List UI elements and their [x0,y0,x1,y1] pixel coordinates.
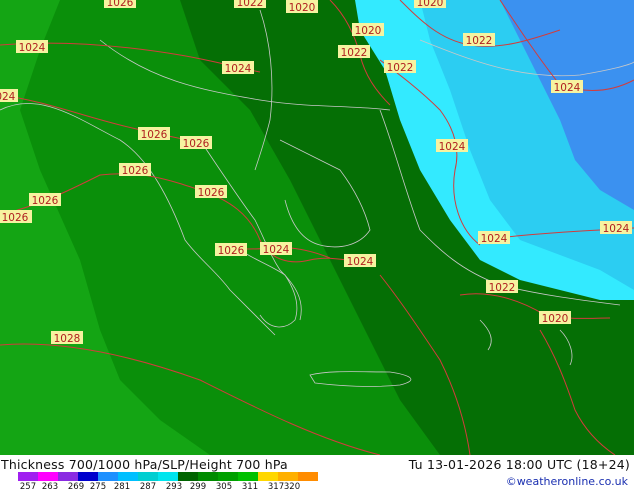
legend-swatch [118,472,139,481]
svg-text:1026: 1026 [183,138,210,150]
isobar-label: 1026 [29,193,61,207]
isobar-label: 1022 [463,33,495,47]
svg-text:1024: 1024 [554,82,581,94]
legend-tick-label: 299 [189,482,207,492]
svg-text:1022: 1022 [466,35,493,47]
legend-swatch [98,472,119,481]
isobar-label: 1022 [234,0,266,9]
isobar-label: 1020 [539,311,571,325]
valid-time: Tu 13-01-2026 18:00 UTC (18+24) [408,457,630,472]
svg-text:1024: 1024 [347,256,374,268]
legend-tick-label: 320 [283,482,301,492]
isobar-label: 1022 [384,60,416,74]
svg-text:1022: 1022 [387,62,414,74]
isobar-label: 1024 [600,221,632,235]
svg-text:1022: 1022 [237,0,264,9]
svg-text:1024: 1024 [0,91,16,103]
svg-text:1024: 1024 [19,42,46,54]
legend-swatch [138,472,159,481]
svg-text:1024: 1024 [225,63,252,75]
footer: Thickness 700/1000 hPa/SLP/Height 700 hP… [0,455,634,492]
legend-swatch [238,472,259,481]
legend-swatch [258,472,279,481]
isobar-label: 1024 [551,80,583,94]
isobar-label: 1024 [478,231,510,245]
isobar-label: 1020 [414,0,446,9]
legend-tick-label: 263 [41,482,59,492]
legend-tick-label: 287 [139,482,157,492]
svg-text:1026: 1026 [122,165,149,177]
isobar-label: 1028 [51,331,83,345]
legend-swatch [58,472,79,481]
isobar-label: 1022 [486,280,518,294]
svg-text:1024: 1024 [481,233,508,245]
legend-swatch [18,472,39,481]
legend-tick-label: 317 [267,482,285,492]
legend-tick-label: 275 [89,482,107,492]
svg-text:1020: 1020 [289,2,316,14]
legend-tick-label: 269 [67,482,85,492]
svg-text:1026: 1026 [218,245,245,257]
svg-text:1024: 1024 [603,223,630,235]
isobar-label: 1020 [286,0,318,14]
legend-tick-label: 281 [113,482,131,492]
svg-text:1022: 1022 [489,282,516,294]
isobar-label: 1024 [436,139,468,153]
isobar-label: 1026 [195,185,227,199]
svg-text:1028: 1028 [54,333,81,345]
legend-bar [18,472,318,481]
isobar-label: 1026 [180,136,212,150]
legend-swatch [158,472,179,481]
svg-text:1026: 1026 [107,0,134,9]
legend-tick-label: 305 [215,482,233,492]
isobar-label: 1024 [0,89,18,103]
svg-text:1020: 1020 [355,25,382,37]
svg-text:1026: 1026 [198,187,225,199]
legend-swatch [198,472,219,481]
isobar-label: 1026 [104,0,136,9]
svg-text:1020: 1020 [417,0,444,9]
color-legend: 257 263 269 275 281 287 293 299 305 311 317 320 [18,472,318,492]
legend-swatch [278,472,299,481]
isobar-label: 1024 [222,61,254,75]
svg-text:1024: 1024 [263,244,290,256]
svg-text:1026: 1026 [32,195,59,207]
svg-text:1020: 1020 [542,313,569,325]
credit-link[interactable]: ©weatheronline.co.uk [506,475,628,488]
isobar-label: 1024 [260,242,292,256]
legend-swatch [298,472,318,481]
legend-swatch [38,472,59,481]
isobar-label: 1022 [338,45,370,59]
svg-text:1026: 1026 [2,212,29,224]
legend-swatch [78,472,99,481]
legend-swatch [218,472,239,481]
legend-tick-label: 257 [19,482,37,492]
isobar-label: 1024 [344,254,376,268]
legend-tick-label: 293 [165,482,183,492]
isobar-label: 1024 [16,40,48,54]
isobar-label: 1026 [138,127,170,141]
svg-text:1026: 1026 [141,129,168,141]
svg-text:1024: 1024 [439,141,466,153]
legend-tick-label: 311 [241,482,259,492]
isobar-label: 1026 [119,163,151,177]
isobar-label: 1026 [0,210,32,224]
legend-swatch [178,472,199,481]
map-title: Thickness 700/1000 hPa/SLP/Height 700 hP… [1,457,288,472]
thickness-map: 1026 1024 1022 1020 1020 1020 1024 1022 … [0,0,634,455]
isobar-label: 1026 [215,243,247,257]
svg-text:1022: 1022 [341,47,368,59]
isobar-label: 1020 [352,23,384,37]
